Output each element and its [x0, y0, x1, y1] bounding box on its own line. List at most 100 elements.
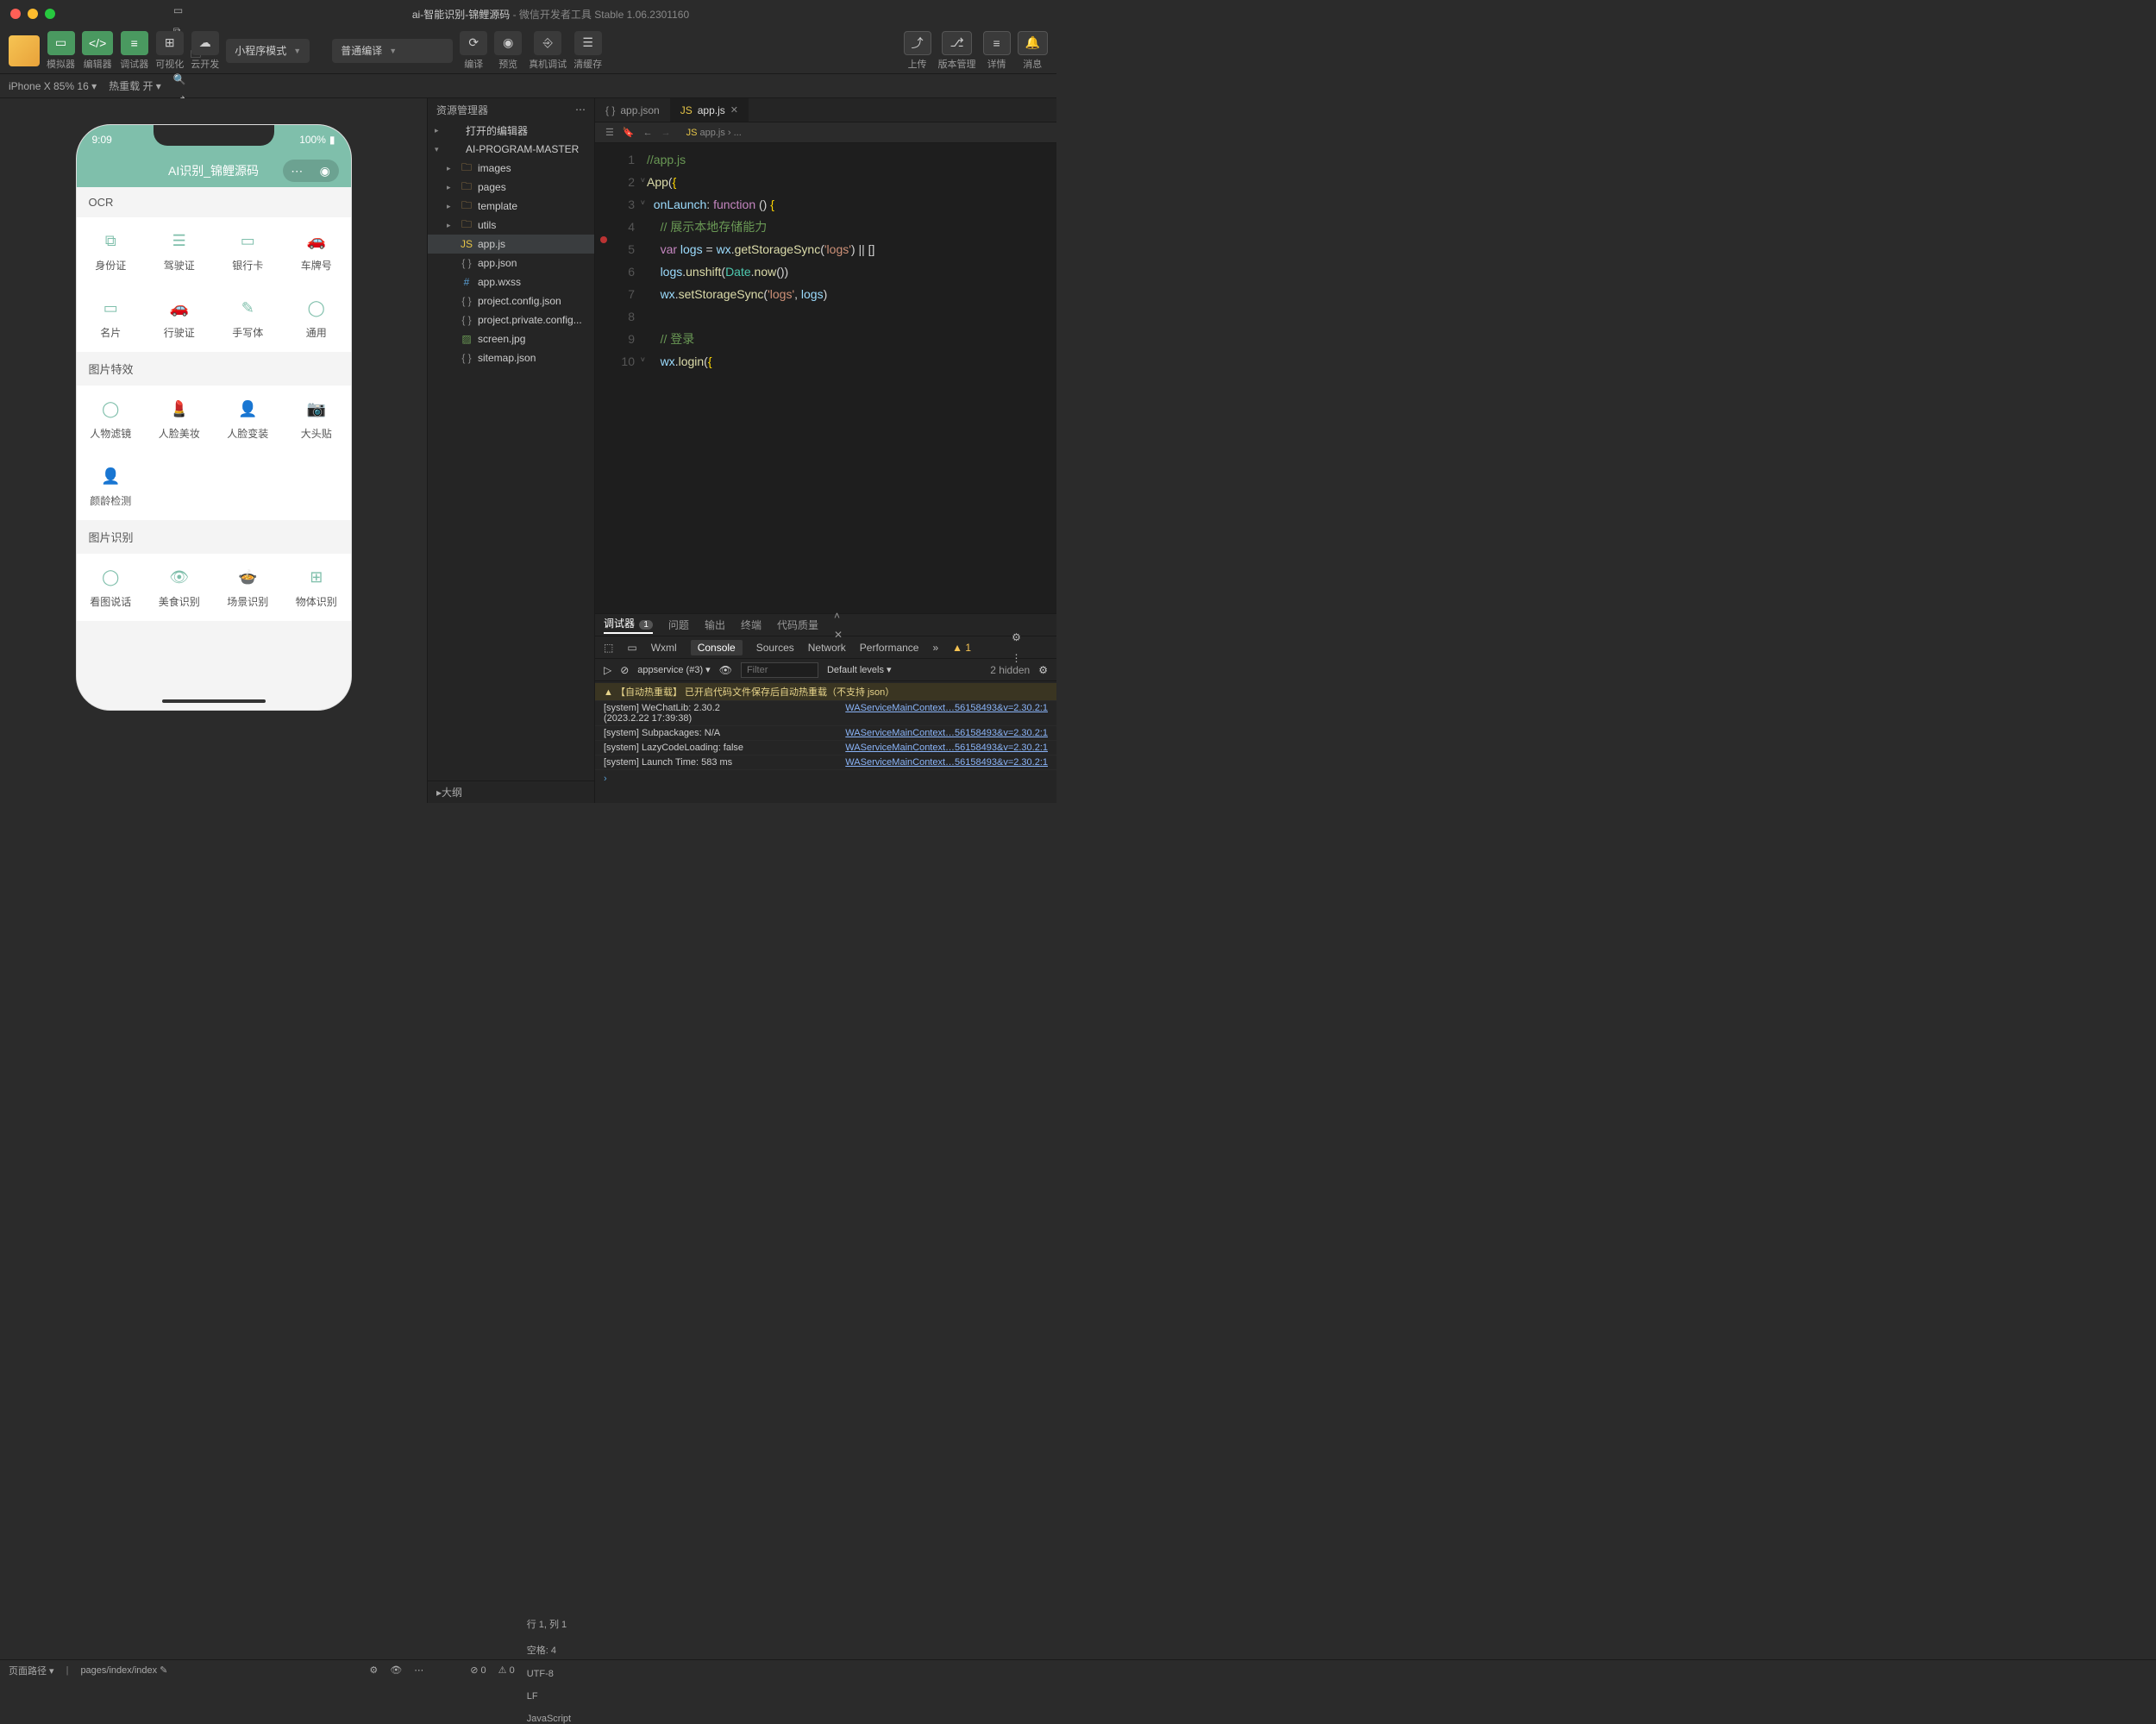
- tree-row[interactable]: ▸🗀template: [428, 197, 594, 216]
- tree-row[interactable]: JSapp.js: [428, 235, 594, 254]
- eol[interactable]: LF: [527, 1691, 2147, 1702]
- grid-cell[interactable]: 👤人脸变装: [214, 386, 283, 453]
- tree-row[interactable]: { }project.config.json: [428, 292, 594, 310]
- grid-cell[interactable]: ⊞物体识别: [282, 554, 351, 621]
- grid-cell[interactable]: 🍲场景识别: [214, 554, 283, 621]
- phone-body[interactable]: OCR⧉身份证☰驾驶证▭银行卡🚗车牌号▭名片🚗行驶证✎手写体◯通用图片特效◯人物…: [77, 187, 351, 710]
- hidden-count[interactable]: 2 hidden: [990, 664, 1030, 676]
- grid-cell[interactable]: 👁美食识别: [145, 554, 214, 621]
- tree-row[interactable]: { }app.json: [428, 254, 594, 273]
- grid-cell[interactable]: ◯看图说话: [77, 554, 146, 621]
- device-icon[interactable]: ▭: [627, 642, 636, 654]
- encoding[interactable]: UTF-8: [527, 1669, 2147, 1679]
- console-output[interactable]: ▲ 【自动热重载】 已开启代码文件保存后自动热重载（不支持 json）[syst…: [595, 681, 1056, 803]
- console-row[interactable]: [system] Launch Time: 583 msWAServiceMai…: [595, 755, 1056, 770]
- maximize-window-icon[interactable]: [45, 9, 55, 19]
- play-icon[interactable]: ▷: [604, 664, 611, 676]
- warn-count[interactable]: ⚠ 0: [498, 1664, 515, 1676]
- grid-cell[interactable]: 🚗行驶证: [145, 285, 214, 352]
- grid-cell[interactable]: 📷大头贴: [282, 386, 351, 453]
- debugger-toggle[interactable]: ≡: [121, 31, 148, 55]
- console-prompt[interactable]: ›: [595, 770, 1056, 787]
- collapse-icon[interactable]: ˄: [834, 610, 1048, 622]
- tree-row[interactable]: { }project.private.config...: [428, 310, 594, 329]
- editor-tabs[interactable]: { }app.jsonJSapp.js✕: [595, 98, 1056, 122]
- gear-icon[interactable]: ⚙: [1012, 631, 1021, 643]
- detail-button[interactable]: ≡: [983, 31, 1011, 55]
- grid-cell[interactable]: ◯人物滤镜: [77, 386, 146, 453]
- rotate-icon[interactable]: ▭: [173, 4, 1048, 16]
- inspect-icon[interactable]: ⬚: [604, 642, 613, 654]
- devtools-tab[interactable]: Performance: [860, 642, 919, 654]
- grid-cell[interactable]: 💄人脸美妆: [145, 386, 214, 453]
- cursor-pos[interactable]: 行 1, 列 1: [527, 1617, 2147, 1631]
- eye-icon[interactable]: 👁: [719, 664, 732, 676]
- debug-tab-quality[interactable]: 代码质量: [777, 618, 818, 632]
- list-icon[interactable]: ☰: [605, 127, 614, 138]
- explorer-menu-icon[interactable]: ⋯: [575, 103, 586, 116]
- levels-select[interactable]: Default levels ▾: [827, 664, 892, 675]
- simulator-toggle[interactable]: ▭: [47, 31, 75, 55]
- page-path-label[interactable]: 页面路径 ▾: [9, 1664, 54, 1677]
- hotreload-select[interactable]: 热重载 开 ▾: [109, 78, 161, 93]
- devtools-tab[interactable]: Console: [691, 640, 743, 655]
- back-icon[interactable]: ←: [643, 128, 653, 138]
- code-editor[interactable]: 1˅2˅3456789˅10 //app.jsApp({ onLaunch: f…: [595, 143, 1056, 613]
- editor-breadcrumb[interactable]: ☰ 🔖 ← → JS app.js › ...: [595, 122, 1056, 143]
- warn-badge[interactable]: ▲ 1: [952, 642, 971, 654]
- grid-cell[interactable]: ▭银行卡: [214, 217, 283, 285]
- upload-button[interactable]: ⤴: [904, 31, 931, 55]
- tree-row[interactable]: ▨screen.jpg: [428, 329, 594, 348]
- close-window-icon[interactable]: [10, 9, 21, 19]
- clear-cache-button[interactable]: ☰: [574, 31, 602, 55]
- grid-cell[interactable]: ⧉身份证: [77, 217, 146, 285]
- spaces[interactable]: 空格: 4: [527, 1643, 2147, 1657]
- editor-tab[interactable]: { }app.json: [595, 98, 670, 122]
- editor-tab[interactable]: JSapp.js✕: [670, 98, 749, 122]
- grid-cell[interactable]: ◯通用: [282, 285, 351, 352]
- tree-row[interactable]: ▸🗀utils: [428, 216, 594, 235]
- debug-tab-terminal[interactable]: 终端: [741, 618, 761, 632]
- error-count[interactable]: ⊘ 0: [470, 1664, 486, 1676]
- forward-icon[interactable]: →: [661, 128, 671, 138]
- eye-icon[interactable]: 👁: [390, 1664, 402, 1676]
- more-tabs-icon[interactable]: »: [932, 642, 938, 654]
- search-icon[interactable]: 🔍: [173, 73, 1048, 85]
- preview-button[interactable]: ◉: [494, 31, 522, 55]
- grid-cell[interactable]: ▭名片: [77, 285, 146, 352]
- grid-cell[interactable]: ✎手写体: [214, 285, 283, 352]
- page-path[interactable]: pages/index/index ✎: [80, 1664, 167, 1676]
- tree-row[interactable]: ▸🗀pages: [428, 178, 594, 197]
- visual-toggle[interactable]: ⊞: [156, 31, 184, 55]
- filter-input[interactable]: [741, 662, 818, 678]
- window-controls[interactable]: [10, 9, 55, 19]
- bookmark-icon[interactable]: 🔖: [623, 127, 635, 138]
- tree-row[interactable]: #app.wxss: [428, 273, 594, 292]
- tree-row[interactable]: ▸打开的编辑器: [428, 121, 594, 140]
- more-icon[interactable]: ⋯: [414, 1664, 423, 1676]
- cloud-toggle[interactable]: ☁: [191, 31, 219, 55]
- console-row[interactable]: [system] WeChatLib: 2.30.2 (2023.2.22 17…: [595, 701, 1056, 726]
- console-row[interactable]: [system] Subpackages: N/AWAServiceMainCo…: [595, 726, 1056, 741]
- console-row[interactable]: [system] LazyCodeLoading: falseWAService…: [595, 741, 1056, 755]
- editor-toggle[interactable]: </>: [82, 31, 113, 55]
- close-icon[interactable]: ✕: [730, 104, 738, 116]
- grid-cell[interactable]: 👤颜龄检测: [77, 453, 146, 520]
- tree-row[interactable]: { }sitemap.json: [428, 348, 594, 367]
- outline-header[interactable]: ▸ 大纲: [428, 781, 594, 803]
- file-tree[interactable]: ▸打开的编辑器▾AI-PROGRAM-MASTER▸🗀images▸🗀pages…: [428, 121, 594, 781]
- grid-cell[interactable]: ☰驾驶证: [145, 217, 214, 285]
- devtools-tab[interactable]: Network: [808, 642, 846, 654]
- grid-cell[interactable]: 🚗车牌号: [282, 217, 351, 285]
- tree-row[interactable]: ▸🗀images: [428, 159, 594, 178]
- remote-debug-button[interactable]: ⎆: [534, 31, 561, 55]
- minimize-window-icon[interactable]: [28, 9, 38, 19]
- compile-button[interactable]: ⟳: [460, 31, 487, 55]
- devtools-tab[interactable]: Wxml: [651, 642, 677, 654]
- capsule[interactable]: ⋯◉: [283, 160, 339, 182]
- status-icon[interactable]: ⚙: [369, 1664, 378, 1676]
- message-button[interactable]: 🔔: [1018, 31, 1048, 55]
- user-avatar[interactable]: [9, 35, 40, 66]
- version-button[interactable]: ⎇: [942, 31, 971, 55]
- debug-tab-output[interactable]: 输出: [705, 618, 725, 632]
